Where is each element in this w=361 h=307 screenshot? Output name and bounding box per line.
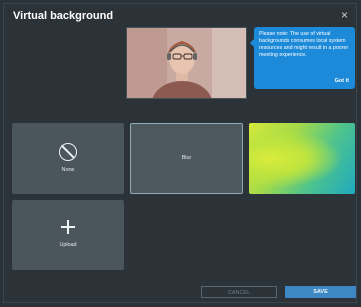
resource-usage-tooltip: Please note: The use of virtual backgrou… <box>250 27 355 89</box>
save-button[interactable]: SAVE <box>285 286 356 298</box>
none-label: None <box>61 167 75 173</box>
got-it-button[interactable]: Got it <box>335 78 349 85</box>
tooltip-arrow <box>250 39 254 47</box>
background-option-gradient-image[interactable] <box>249 123 355 194</box>
dialog-title: Virtual background <box>13 10 114 22</box>
plus-icon <box>61 220 75 234</box>
background-option-blur[interactable]: Blur <box>130 123 243 194</box>
background-option-none[interactable]: None <box>12 123 124 194</box>
blur-label: Blur <box>181 155 192 161</box>
upload-label: Upload <box>59 242 77 248</box>
cancel-button[interactable]: CANCEL <box>201 286 277 298</box>
close-icon[interactable]: × <box>341 9 348 21</box>
person-video-image <box>127 28 246 98</box>
tooltip-message: Please note: The use of virtual backgrou… <box>259 31 349 59</box>
no-background-icon <box>59 143 77 161</box>
background-option-upload[interactable]: Upload <box>12 200 124 270</box>
camera-preview <box>126 27 247 99</box>
